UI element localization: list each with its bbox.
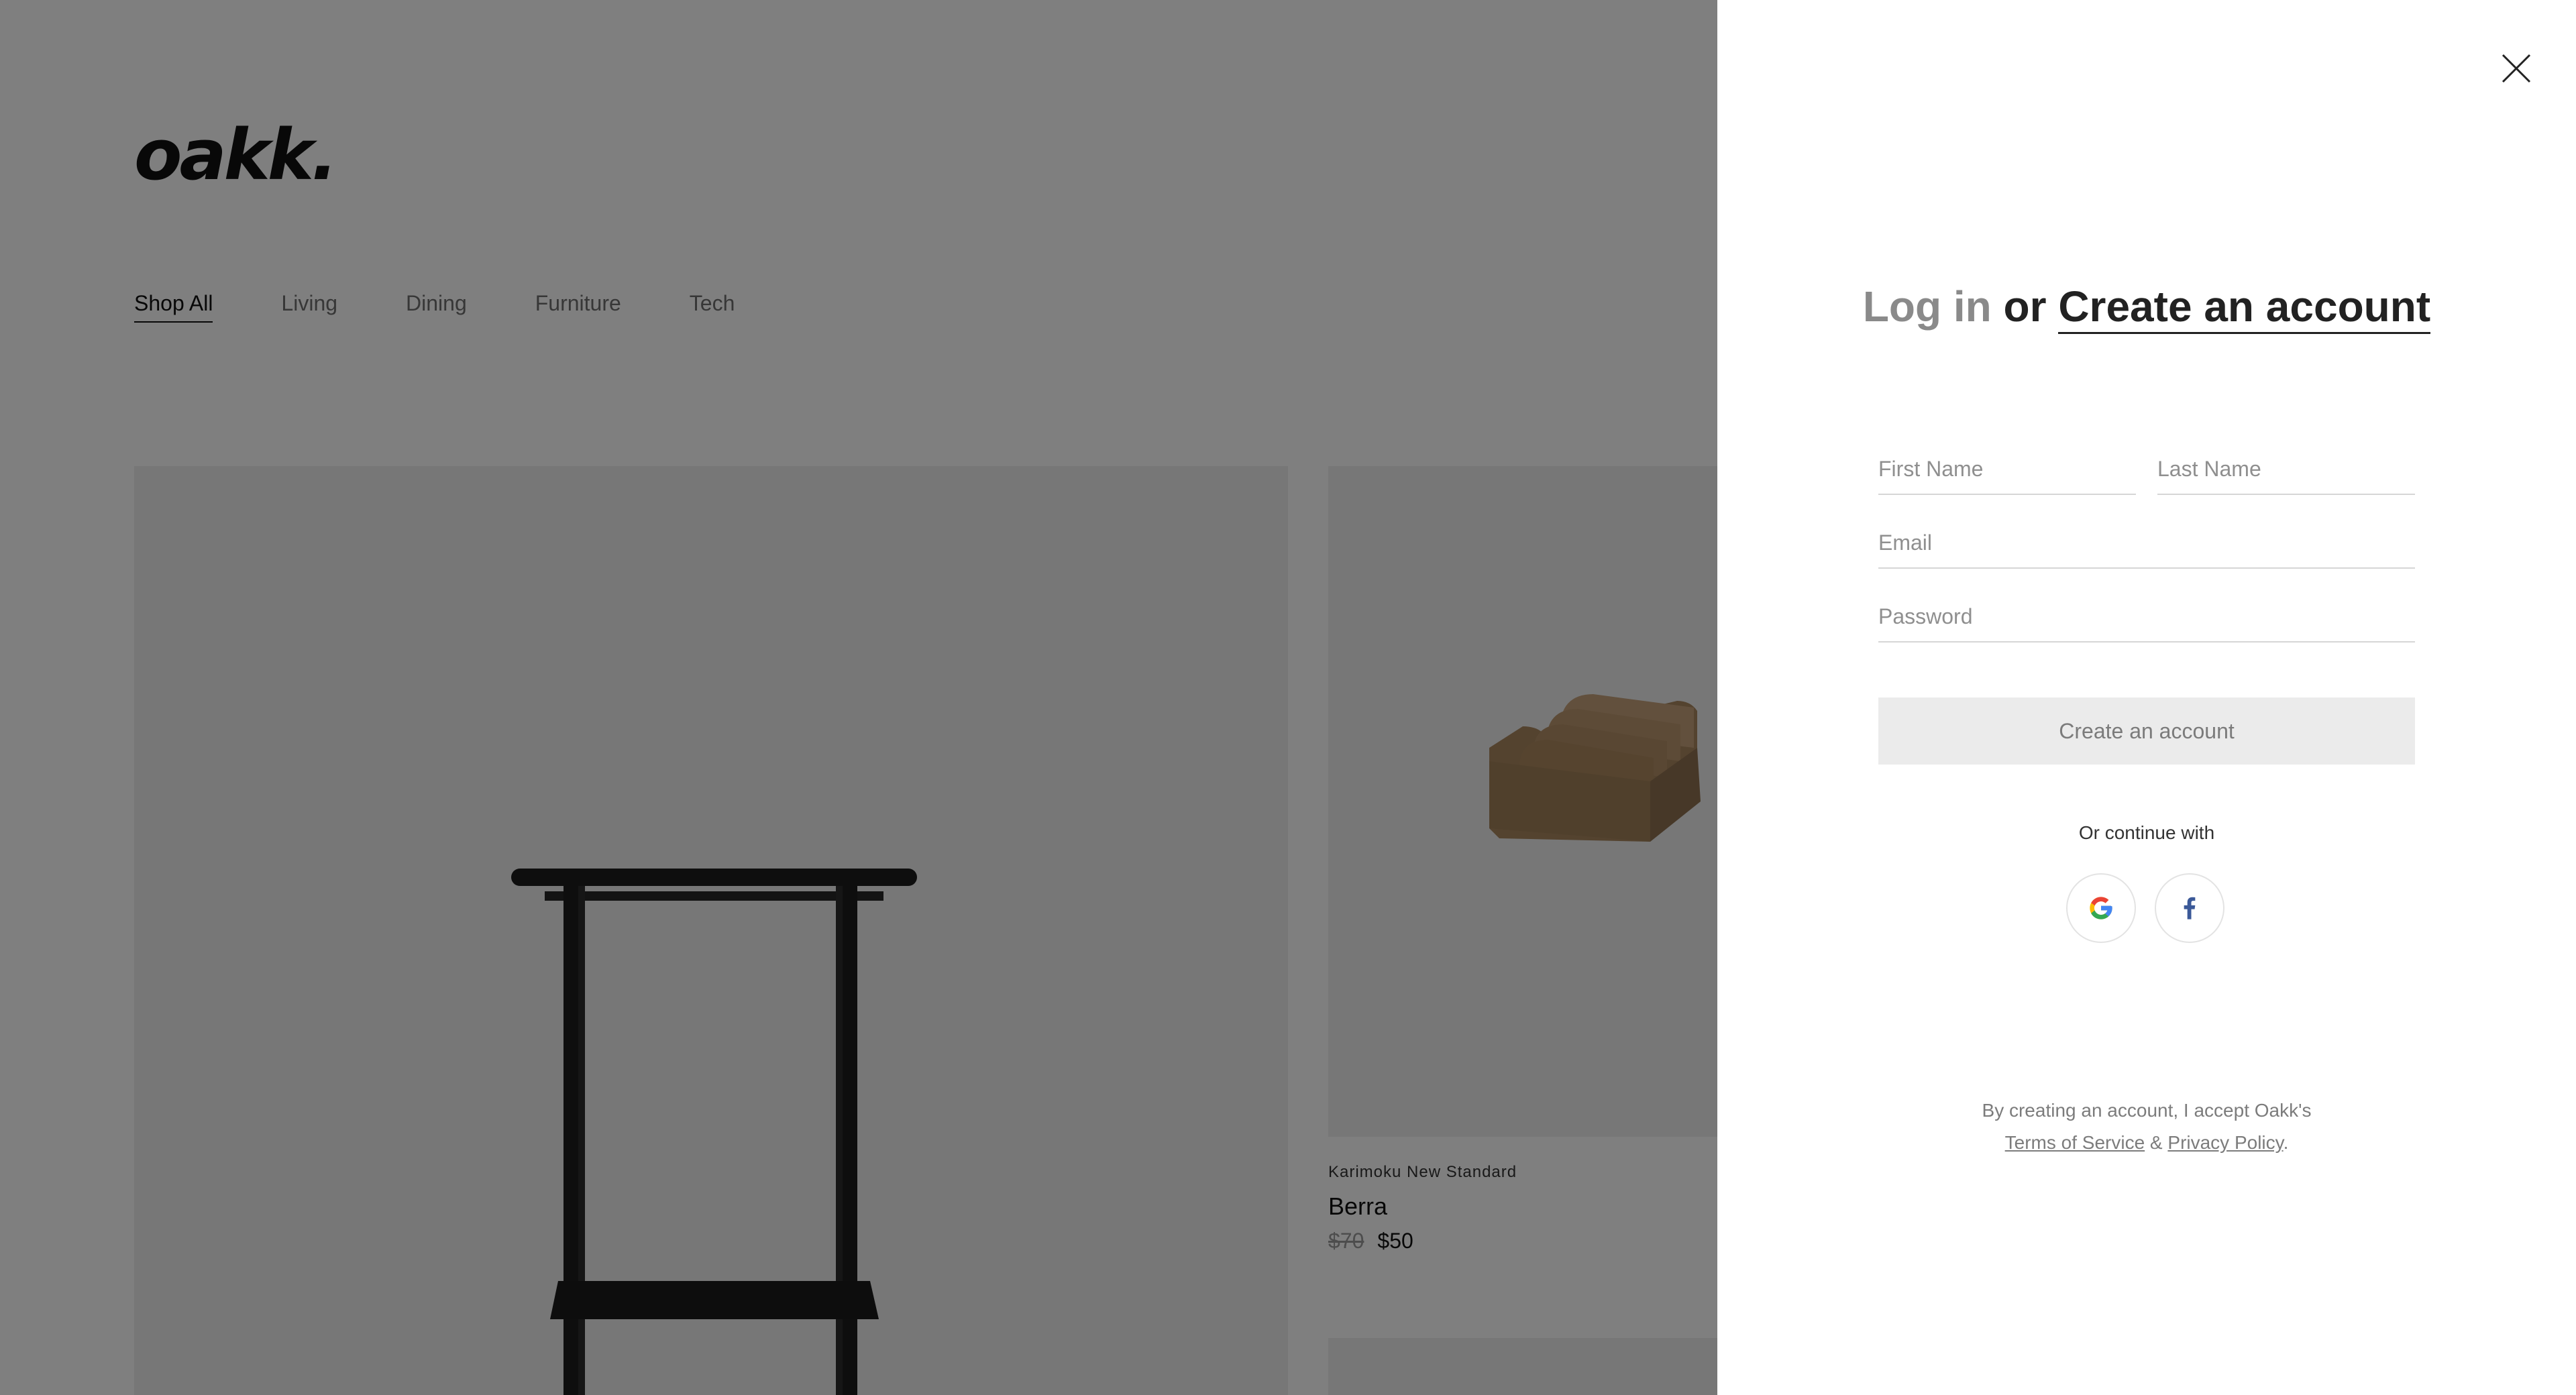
google-login-button[interactable]: [2066, 873, 2136, 943]
password-field[interactable]: [1878, 600, 2415, 643]
login-link[interactable]: Log in: [1863, 282, 1992, 331]
continue-with-label: Or continue with: [2078, 822, 2215, 843]
legal-links: Terms of Service & Privacy Policy.: [1717, 1127, 2576, 1159]
facebook-icon: [2184, 897, 2196, 919]
legal-suffix: .: [2283, 1132, 2289, 1153]
privacy-policy-link[interactable]: Privacy Policy: [2167, 1132, 2283, 1153]
modal-overlay[interactable]: [0, 0, 1717, 1395]
legal-ampersand: &: [2149, 1132, 2163, 1153]
legal-notice: By creating an account, I accept Oakk's …: [1717, 1095, 2576, 1159]
first-name-field[interactable]: [1878, 452, 2136, 495]
account-drawer: Log in or Create an account Create an ac…: [1717, 0, 2576, 1395]
terms-of-service-link[interactable]: Terms of Service: [2005, 1132, 2145, 1153]
close-button[interactable]: [2500, 52, 2532, 85]
create-account-button[interactable]: Create an account: [1878, 698, 2415, 765]
close-icon: [2502, 54, 2531, 83]
google-icon: [2090, 897, 2112, 919]
legal-prefix: By creating an account, I accept Oakk's: [1982, 1100, 2312, 1121]
create-account-tab[interactable]: Create an account: [2058, 282, 2431, 334]
social-login-group: [2066, 873, 2224, 943]
drawer-title: Log in or Create an account: [1717, 282, 2576, 334]
email-field[interactable]: [1878, 526, 2415, 569]
facebook-login-button[interactable]: [2155, 873, 2224, 943]
page: oakk. Shop All Living Dining Furniture T…: [0, 0, 2576, 1395]
last-name-field[interactable]: [2157, 452, 2415, 495]
title-or-text: or: [2003, 282, 2047, 331]
